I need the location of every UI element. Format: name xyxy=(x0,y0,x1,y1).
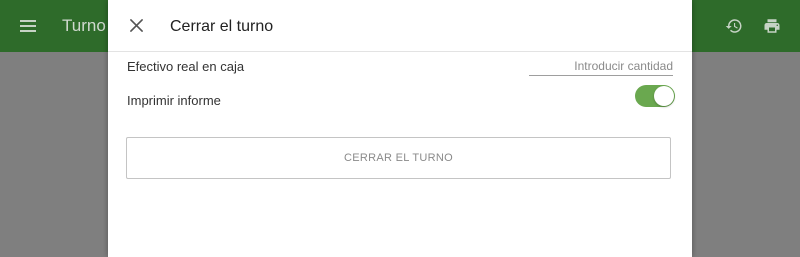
toggle-knob xyxy=(654,86,674,106)
close-icon[interactable] xyxy=(126,15,146,35)
app-title: Turno xyxy=(62,16,106,35)
printer-icon[interactable] xyxy=(762,16,782,36)
print-report-toggle[interactable] xyxy=(635,85,675,107)
history-icon[interactable] xyxy=(724,16,744,36)
cash-in-drawer-input[interactable] xyxy=(529,57,673,76)
print-report-label: Imprimir informe xyxy=(127,93,221,108)
dialog-title: Cerrar el turno xyxy=(170,18,274,35)
cash-in-drawer-label: Efectivo real en caja xyxy=(127,59,245,74)
menu-icon[interactable] xyxy=(18,16,38,36)
dialog-header: Cerrar el turno xyxy=(108,0,692,52)
close-shift-button[interactable]: CERRAR EL TURNO xyxy=(126,137,671,179)
close-shift-dialog: Cerrar el turno Efectivo real en caja Im… xyxy=(108,0,692,257)
